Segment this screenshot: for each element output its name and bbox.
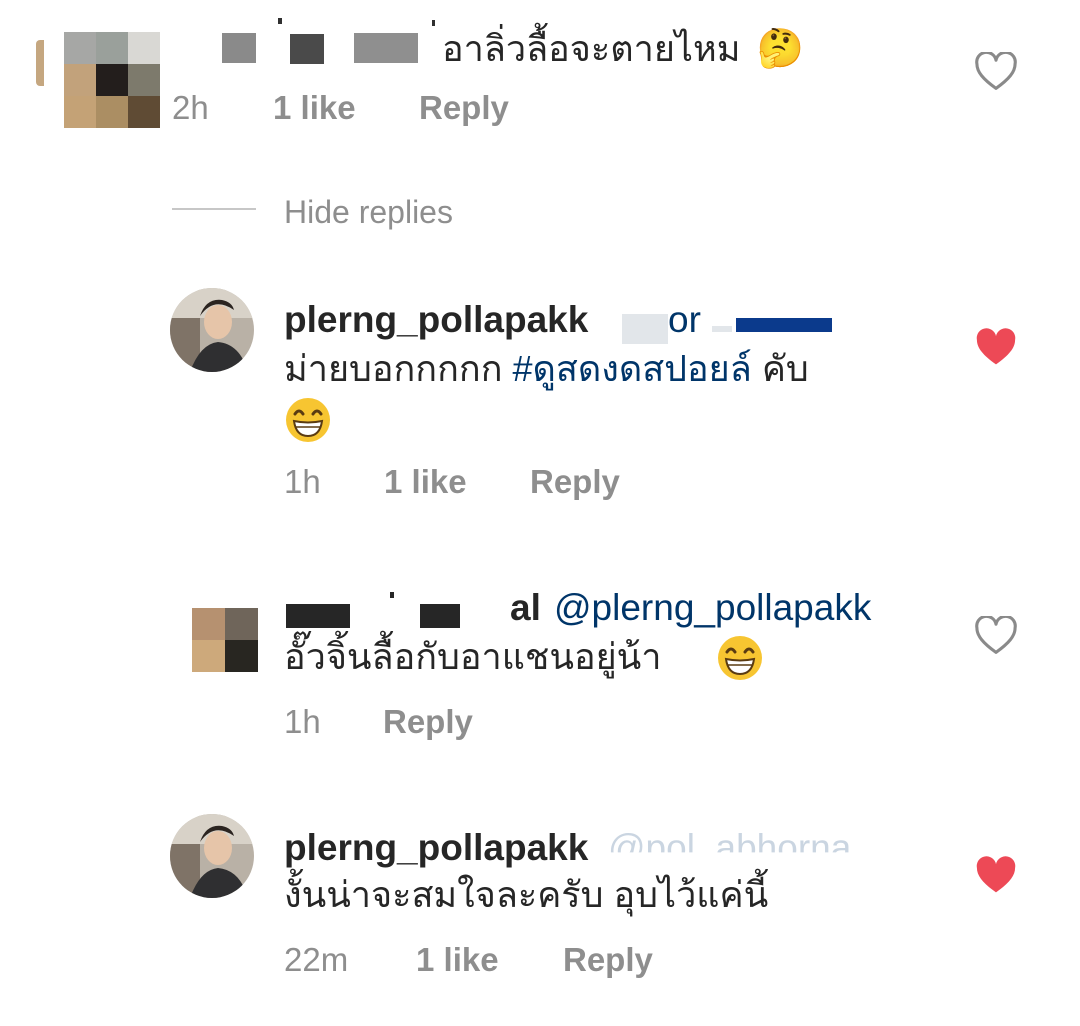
reply-text: งั้นน่าจะสมใจละครับ อุบไว้แค่นี้: [284, 872, 768, 918]
comment-time: 2h: [172, 89, 209, 126]
reply-likes[interactable]: 1 like: [416, 940, 499, 980]
heart-outline-icon[interactable]: [974, 52, 1018, 92]
reply-text-suffix: คับ: [751, 348, 809, 389]
reply-label[interactable]: Reply: [383, 703, 473, 740]
redacted-username: [420, 604, 460, 628]
reply-time: 22m: [284, 941, 349, 978]
reply-text: ม่ายบอกกกกก #ดูสดงดสปอยล์ คับ: [284, 346, 809, 392]
reply-label[interactable]: Reply: [419, 89, 509, 126]
reply-likes[interactable]: 1 like: [384, 462, 467, 502]
avatar[interactable]: [170, 814, 254, 898]
commenter-avatar-pixelated[interactable]: [38, 32, 166, 128]
avatar-edge-fragment: [36, 40, 44, 86]
comment-reply-button[interactable]: Reply: [419, 88, 509, 128]
comment-body: อาลิ่วลื้อจะตายไหม: [442, 28, 741, 69]
reply-reply-button[interactable]: Reply: [530, 462, 620, 502]
mention-fragment[interactable]: or: [668, 298, 701, 342]
redacted-mention: [712, 326, 732, 332]
heart-filled-icon[interactable]: [974, 856, 1018, 896]
reply-label[interactable]: Reply: [563, 941, 653, 978]
username-fragment[interactable]: al: [510, 586, 541, 630]
reply-username[interactable]: plerng_pollapakk: [284, 298, 588, 342]
redacted-username: [222, 33, 256, 63]
comment-meta: 2h: [172, 88, 209, 128]
likes-count[interactable]: 1 like: [384, 463, 467, 500]
mention-link-faded[interactable]: @pol_abhorna: [608, 826, 851, 852]
reply-body: งั้นน่าจะสมใจละครับ อุบไว้แค่นี้: [284, 874, 769, 915]
mention-link[interactable]: @plerng_pollapakk: [554, 586, 871, 630]
likes-count[interactable]: 1 like: [273, 89, 356, 126]
likes-count[interactable]: 1 like: [416, 941, 499, 978]
thinking-emoji-icon: 🤔: [756, 28, 804, 70]
reply-label[interactable]: Reply: [530, 463, 620, 500]
reply-time: 1h: [284, 463, 321, 500]
comment-likes[interactable]: 1 like: [273, 88, 356, 128]
reply-text-prefix: ม่ายบอกกกกก: [284, 348, 513, 389]
redacted-username: [290, 34, 324, 64]
heart-outline-icon[interactable]: [974, 616, 1018, 656]
reply-reply-button[interactable]: Reply: [563, 940, 653, 980]
reply-username[interactable]: plerng_pollapakk: [284, 826, 588, 870]
replies-divider: [172, 208, 256, 210]
reply-body: อั๊วจิ้นลื้อกับอาแชนอยู่น้า: [284, 636, 662, 677]
reply-time: 1h: [284, 703, 321, 740]
redaction-dot: [390, 592, 394, 598]
heart-filled-icon[interactable]: [974, 328, 1018, 368]
hide-replies-button[interactable]: Hide replies: [284, 192, 453, 232]
redacted-username: [286, 604, 350, 628]
hashtag-link[interactable]: #ดูสดงดสปอยล์: [513, 348, 752, 389]
grin-emoji-icon: [716, 634, 764, 687]
grin-emoji-icon: [284, 396, 332, 449]
reply-reply-button[interactable]: Reply: [383, 702, 473, 742]
commenter-avatar-pixelated[interactable]: [192, 608, 258, 672]
reply-text: อั๊วจิ้นลื้อกับอาแชนอยู่น้า: [284, 634, 662, 680]
redacted-mention: [736, 318, 832, 332]
redaction-dot: [278, 18, 282, 24]
redaction-dot: [432, 20, 435, 26]
comment-text: อาลิ่วลื้อจะตายไหม 🤔: [442, 24, 804, 74]
redacted-username: [354, 33, 418, 63]
avatar[interactable]: [170, 288, 254, 372]
redacted-mention: [622, 314, 668, 344]
